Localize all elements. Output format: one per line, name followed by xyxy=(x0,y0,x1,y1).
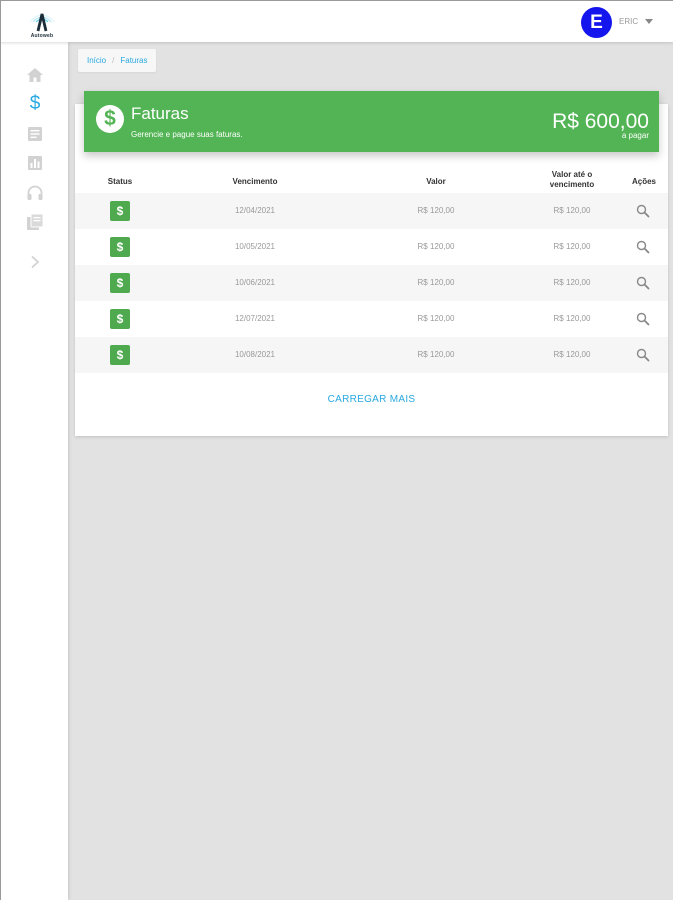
home-icon xyxy=(27,68,43,82)
cell-vencimento: 10/05/2021 xyxy=(234,242,276,251)
sidebar-item-support[interactable] xyxy=(25,183,45,203)
column-status: Status xyxy=(107,177,133,186)
search-icon[interactable] xyxy=(636,312,650,326)
status-dollar-icon: $ xyxy=(110,345,130,365)
dollar-icon: $ xyxy=(29,93,41,114)
load-more-button[interactable]: CARREGAR MAIS xyxy=(75,394,668,405)
cell-valor-ate: R$ 120,00 xyxy=(553,278,591,287)
column-valor: Valor xyxy=(426,177,446,186)
sidebar-item-documents[interactable] xyxy=(25,124,45,144)
sidebar-item-gallery[interactable] xyxy=(25,212,45,232)
cell-valor-ate: R$ 120,00 xyxy=(553,314,591,323)
status-dollar-icon: $ xyxy=(110,309,130,329)
gallery-icon xyxy=(27,213,44,230)
cell-vencimento: 12/04/2021 xyxy=(234,206,276,215)
logo-text: Autoweb xyxy=(30,33,54,39)
invoices-table-body: $ 12/04/2021 R$ 120,00 R$ 120,00 $ 10/05… xyxy=(75,193,668,373)
invoices-header-banner: $ Faturas Gerencie e pague suas faturas.… xyxy=(84,91,659,152)
table-header: Status Vencimento Valor Valor até o venc… xyxy=(75,168,668,194)
user-name[interactable]: ERIC xyxy=(619,17,638,26)
sidebar-item-faturas[interactable]: $ xyxy=(25,93,45,114)
page-title: Faturas xyxy=(131,104,189,123)
breadcrumb-home-link[interactable]: Início xyxy=(87,56,106,65)
table-row: $ 10/08/2021 R$ 120,00 R$ 120,00 xyxy=(75,337,668,373)
sidebar-item-reports[interactable] xyxy=(25,153,45,173)
avatar[interactable]: E xyxy=(581,7,612,38)
breadcrumb-separator: / xyxy=(112,56,115,65)
bar-chart-icon xyxy=(28,156,42,170)
autoweb-logo[interactable]: Autoweb xyxy=(24,4,60,40)
cell-valor: R$ 120,00 xyxy=(417,242,455,251)
table-row: $ 10/06/2021 R$ 120,00 R$ 120,00 xyxy=(75,265,668,301)
cell-valor-ate: R$ 120,00 xyxy=(553,206,591,215)
caret-down-icon[interactable] xyxy=(645,19,653,24)
sidebar-expand[interactable] xyxy=(25,252,45,272)
cell-valor: R$ 120,00 xyxy=(417,206,455,215)
cell-valor: R$ 120,00 xyxy=(417,278,455,287)
chevron-right-icon xyxy=(31,255,40,269)
sidebar: $ xyxy=(0,42,68,900)
column-acoes: Ações xyxy=(631,177,656,186)
cell-vencimento: 12/07/2021 xyxy=(234,314,276,323)
total-amount-label: a pagar xyxy=(621,131,649,140)
headset-icon xyxy=(27,185,43,200)
search-icon[interactable] xyxy=(636,276,650,290)
status-dollar-icon: $ xyxy=(110,237,130,257)
column-valor-ate-line2: vencimento xyxy=(549,180,595,189)
dollar-circle-icon: $ xyxy=(96,105,124,133)
search-icon[interactable] xyxy=(636,348,650,362)
document-icon xyxy=(28,127,42,141)
sidebar-item-home[interactable] xyxy=(25,65,45,85)
search-icon[interactable] xyxy=(636,204,650,218)
column-valor-ate-line1: Valor até o xyxy=(551,170,593,179)
page-subtitle: Gerencie e pague suas faturas. xyxy=(131,130,243,139)
column-vencimento: Vencimento xyxy=(232,177,278,186)
table-row: $ 10/05/2021 R$ 120,00 R$ 120,00 xyxy=(75,229,668,265)
status-dollar-icon: $ xyxy=(110,273,130,293)
logo-mark-icon xyxy=(29,13,55,32)
breadcrumb-current[interactable]: Faturas xyxy=(120,56,147,65)
breadcrumb: Início / Faturas xyxy=(78,49,157,72)
table-row: $ 12/04/2021 R$ 120,00 R$ 120,00 xyxy=(75,193,668,229)
cell-valor-ate: R$ 120,00 xyxy=(553,350,591,359)
status-dollar-icon: $ xyxy=(110,201,130,221)
search-icon[interactable] xyxy=(636,240,650,254)
cell-valor-ate: R$ 120,00 xyxy=(553,242,591,251)
cell-vencimento: 10/06/2021 xyxy=(234,278,276,287)
column-valor-ate-vencimento: Valor até o vencimento xyxy=(529,170,615,190)
cell-vencimento: 10/08/2021 xyxy=(234,350,276,359)
table-row: $ 12/07/2021 R$ 120,00 R$ 120,00 xyxy=(75,301,668,337)
cell-valor: R$ 120,00 xyxy=(417,314,455,323)
top-bar: Autoweb E ERIC xyxy=(0,0,673,42)
cell-valor: R$ 120,00 xyxy=(417,350,455,359)
